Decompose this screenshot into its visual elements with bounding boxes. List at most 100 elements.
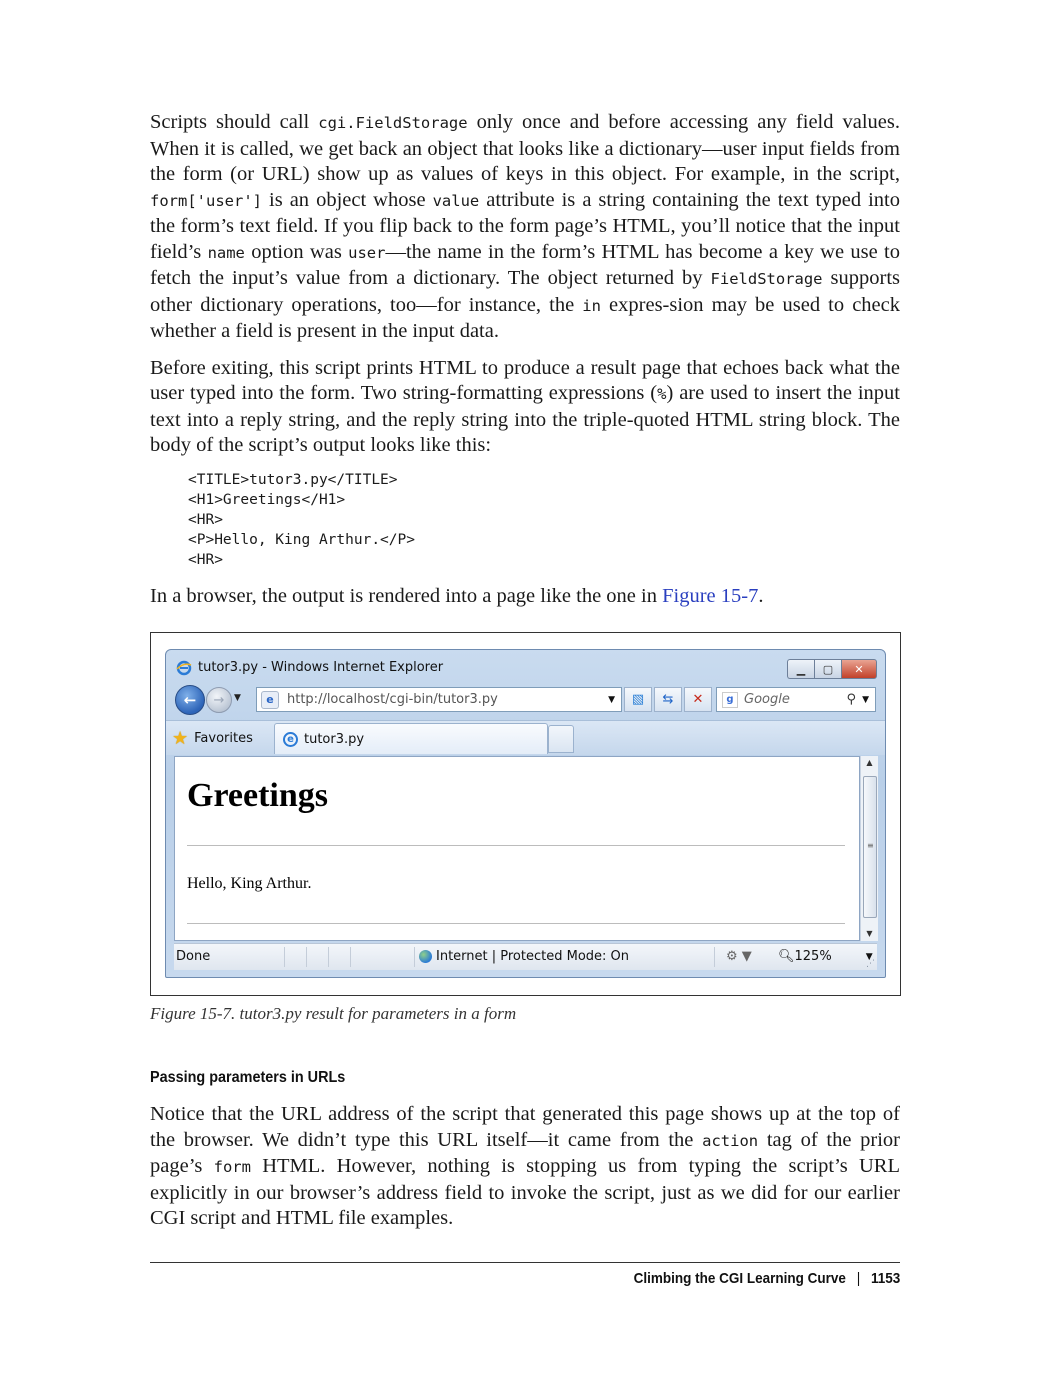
inline-code: action (702, 1131, 759, 1150)
tab-label: tutor3.py (304, 731, 365, 747)
inline-code: user (348, 243, 386, 262)
ie-tab-icon: e (283, 731, 298, 747)
close-icon: ✕ (854, 662, 864, 676)
status-text: Done (176, 949, 211, 964)
code-line: <HR> (188, 551, 223, 568)
figure-caption: Figure 15-7. tutor3.py result for parame… (150, 1004, 517, 1023)
favorites-button[interactable]: ★ Favorites (172, 725, 253, 751)
main-text: Scripts should call cgi.FieldStorage onl… (150, 110, 900, 620)
page-content: Greetings Hello, King Arthur. (174, 756, 860, 941)
inline-code: FieldStorage (710, 270, 823, 288)
status-separator (350, 947, 351, 967)
google-icon: g (722, 691, 738, 708)
security-zone[interactable]: Internet | Protected Mode: On (419, 949, 629, 964)
paragraph-1: Scripts should call cgi.FieldStorage onl… (150, 110, 900, 345)
scroll-up-icon[interactable]: ▲ (861, 756, 878, 770)
text-run: HTML. However, nothing is stopping us fr… (150, 1155, 900, 1229)
code-line: <P>Hello, King Arthur.</P> (188, 531, 415, 548)
maximize-icon: ▢ (822, 662, 834, 676)
address-dropdown-icon[interactable]: ▼ (608, 695, 615, 705)
stop-button[interactable]: ✕ (684, 687, 712, 712)
search-icon[interactable]: ⚲ (847, 692, 857, 707)
page-text: Hello, King Arthur. (187, 875, 312, 892)
text-run: . (758, 584, 764, 607)
horizontal-rule (187, 923, 845, 924)
figure-link[interactable]: Figure 15-7 (662, 585, 758, 607)
status-separator (414, 947, 415, 967)
history-dropdown-icon[interactable]: ▼ (234, 693, 241, 703)
tab-tutor3[interactable]: e tutor3.py (274, 723, 548, 754)
grip-icon: ≡ (867, 841, 874, 850)
paragraph-3: Notice that the URL address of the scrip… (150, 1102, 900, 1232)
window-controls: ▁ ▢ ✕ (787, 659, 877, 679)
vertical-scrollbar[interactable]: ▲ ≡ ▼ (860, 756, 878, 941)
refresh-icon: ⇆ (662, 692, 674, 707)
page-heading: Greetings (187, 777, 329, 814)
browser-window: tutor3.py - Windows Internet Explorer ▁ … (165, 649, 886, 978)
search-dropdown-icon[interactable]: ▼ (862, 695, 869, 705)
zoom-level: 125% (794, 949, 832, 964)
code-line: <TITLE>tutor3.py</TITLE> (188, 471, 398, 488)
ie-logo-icon (176, 660, 192, 676)
globe-icon (419, 950, 432, 963)
scroll-thumb[interactable]: ≡ (863, 776, 877, 918)
forward-arrow-icon: → (213, 692, 225, 708)
page-footer: Climbing the CGI Learning Curve | 1153 (633, 1270, 900, 1287)
search-box[interactable]: g Google ⚲ ▼ (716, 687, 876, 712)
nav-buttons: ▧ ⇆ ✕ (624, 687, 714, 712)
inline-code: name (207, 243, 245, 262)
code-line: <HR> (188, 511, 223, 528)
zoom-control[interactable]: 🔍︎ 125% ▼ (778, 949, 873, 964)
tab-bar: ★ Favorites e tutor3.py (166, 720, 885, 755)
text-run: option was (244, 240, 349, 263)
refresh-button[interactable]: ⇆ (654, 687, 682, 712)
text-run: In a browser, the output is rendered int… (150, 584, 663, 607)
compatibility-icon: ▧ (631, 692, 645, 707)
status-separator (306, 947, 307, 967)
inline-code: form (213, 1158, 251, 1176)
maximize-button[interactable]: ▢ (814, 659, 841, 679)
page-number: 1153 (870, 1270, 900, 1287)
text-run: is an object whose (261, 188, 433, 211)
code-line: <H1>Greetings</H1> (188, 491, 346, 508)
footer-rule (150, 1262, 900, 1263)
figure-frame: tutor3.py - Windows Internet Explorer ▁ … (150, 632, 901, 996)
section-subheading: Passing parameters in URLs (150, 1069, 346, 1086)
address-bar[interactable]: e http://localhost/cgi-bin/tutor3.py ▼ (256, 687, 622, 712)
main-text-continued: Notice that the URL address of the scrip… (150, 1102, 900, 1243)
address-url[interactable]: http://localhost/cgi-bin/tutor3.py (287, 692, 608, 707)
text-run: Scripts should call (150, 111, 319, 133)
magnifier-icon: 🔍︎ (778, 949, 795, 964)
running-footer-title: Climbing the CGI Learning Curve (633, 1270, 846, 1287)
minimize-button[interactable]: ▁ (787, 659, 814, 679)
compatibility-view-button[interactable]: ▧ (624, 687, 652, 712)
status-bar: Done Internet | Protected Mode: On ⚙ ▼ 🔍… (174, 943, 877, 970)
zone-text: Internet | Protected Mode: On (436, 949, 630, 964)
status-separator (714, 947, 715, 967)
window-title: tutor3.py - Windows Internet Explorer (198, 660, 444, 675)
page-icon: e (261, 690, 279, 709)
close-button[interactable]: ✕ (841, 659, 877, 679)
figure-intro: In a browser, the output is rendered int… (150, 584, 900, 610)
status-separator (328, 947, 329, 967)
tools-icon[interactable]: ⚙ ▼ (726, 949, 752, 964)
scroll-down-icon[interactable]: ▼ (861, 927, 878, 941)
back-arrow-icon: ← (183, 691, 197, 709)
resize-grip-icon[interactable]: ⋰ (866, 959, 875, 969)
favorites-star-icon: ★ (172, 727, 189, 749)
search-input[interactable]: Google (744, 692, 847, 707)
minimize-icon: ▁ (796, 662, 806, 676)
horizontal-rule (187, 845, 845, 846)
inline-code: cgi.FieldStorage (318, 114, 468, 132)
footer-separator: | (856, 1270, 860, 1287)
status-separator (284, 947, 285, 967)
favorites-label: Favorites (194, 730, 253, 746)
forward-button[interactable]: → (206, 687, 232, 713)
inline-code: in (582, 296, 601, 315)
title-bar: tutor3.py - Windows Internet Explorer ▁ … (166, 650, 885, 682)
inline-code: form['user'] (150, 191, 262, 210)
navigation-bar: ← → ▼ e http://localhost/cgi-bin/tutor3.… (166, 684, 885, 715)
code-block: <TITLE>tutor3.py</TITLE> <H1>Greetings</… (188, 470, 900, 570)
back-button[interactable]: ← (175, 685, 205, 715)
new-tab-button[interactable] (548, 725, 574, 753)
